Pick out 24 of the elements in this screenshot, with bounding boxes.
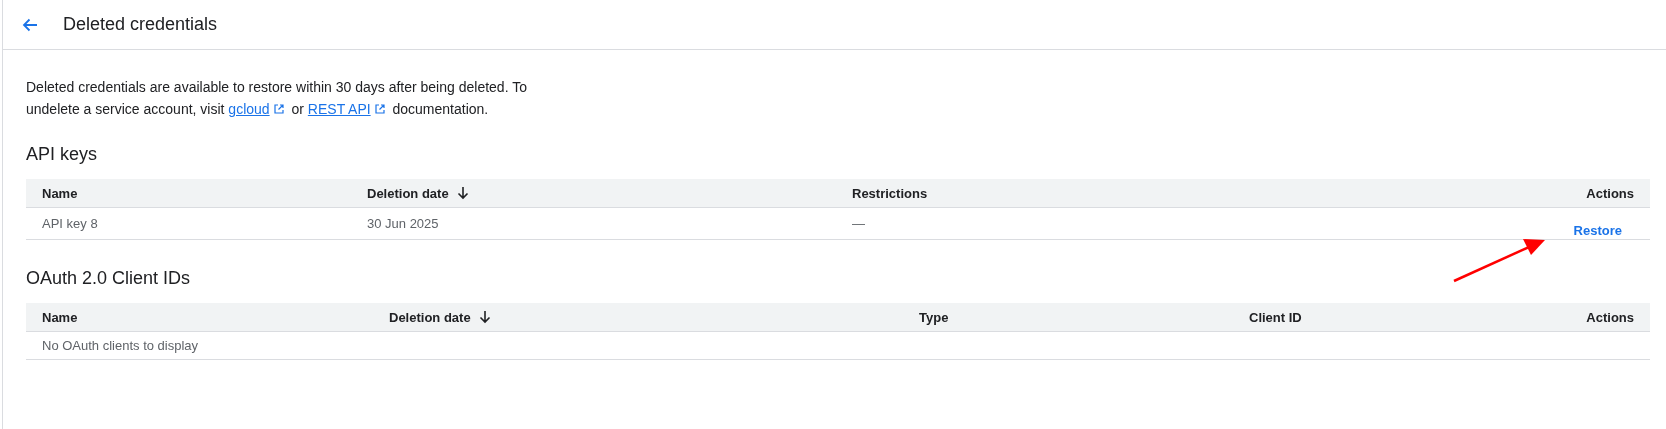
column-header: Client ID xyxy=(1233,303,1490,332)
doc-link[interactable]: REST API xyxy=(307,101,371,117)
column-header: Restrictions xyxy=(836,179,1490,208)
restore-link[interactable]: Restore xyxy=(1561,209,1634,238)
column-header[interactable]: Deletion date xyxy=(351,179,836,208)
column-header: Actions xyxy=(1490,179,1650,208)
column-header: Name xyxy=(26,303,373,332)
notice-text: Deleted credentials are available to restore within 30 days after being deleted. To undelete a service account, visit gcloud or REST API documentation. xyxy=(26,78,528,119)
table-cell: — xyxy=(836,208,1490,240)
table-cell: 30 Jun 2025 xyxy=(351,208,836,240)
doc-link[interactable]: gcloud xyxy=(228,101,270,117)
external-link-icon xyxy=(272,103,285,115)
column-header[interactable]: Deletion date xyxy=(373,303,903,332)
table-cell: API key 8 xyxy=(26,208,351,240)
section-title: API keys xyxy=(26,143,98,166)
page-title: Deleted credentials xyxy=(63,14,218,35)
empty-message: No OAuth clients to display xyxy=(26,332,1650,360)
column-header: Actions xyxy=(1490,303,1650,332)
external-link-icon xyxy=(373,103,386,115)
column-header: Name xyxy=(26,179,351,208)
sort-down-icon[interactable] xyxy=(478,310,491,324)
sort-down-icon[interactable] xyxy=(456,186,469,200)
column-header: Type xyxy=(903,303,1233,332)
section-title: OAuth 2.0 Client IDs xyxy=(26,267,191,290)
